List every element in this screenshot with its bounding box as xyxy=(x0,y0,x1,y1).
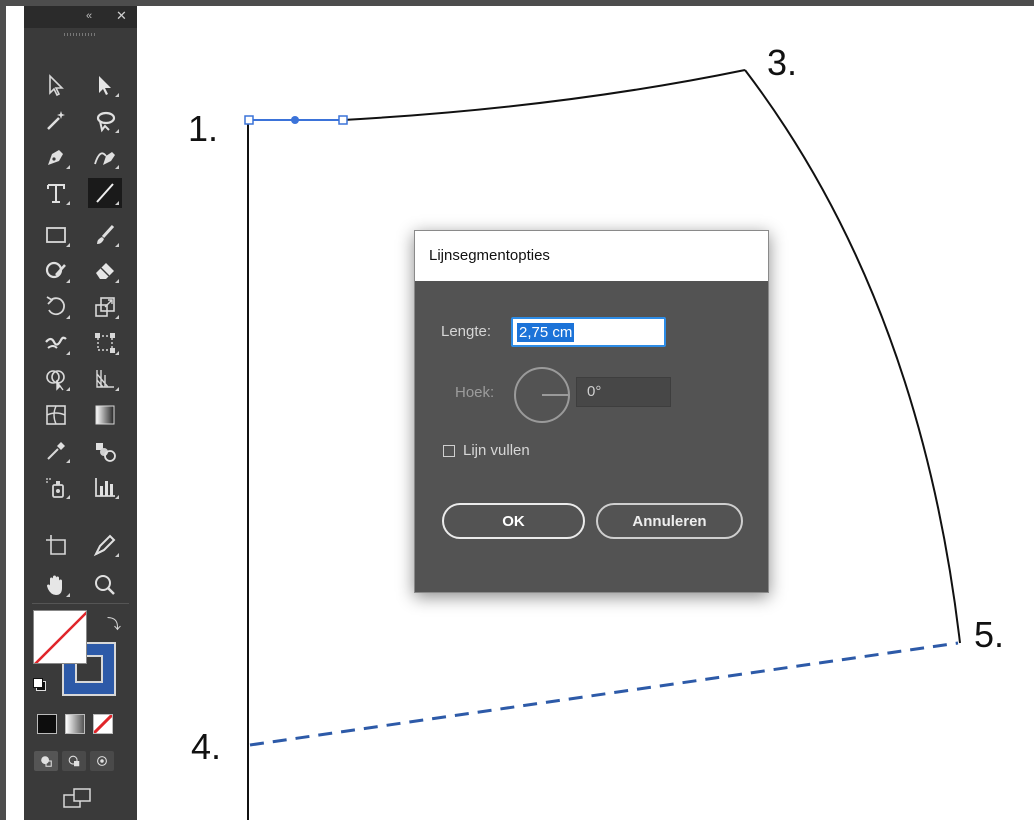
shape-builder-tool-icon[interactable] xyxy=(39,364,73,394)
column-graph-tool-icon[interactable] xyxy=(88,472,122,502)
mesh-tool-icon[interactable] xyxy=(39,400,73,430)
anchor-point-end[interactable] xyxy=(338,115,348,125)
line-segment-options-dialog: Lijnsegmentopties Lengte: 2,75 cm Hoek: … xyxy=(414,230,769,593)
swap-fill-stroke-icon[interactable]: ⤵ xyxy=(107,614,121,634)
angle-input[interactable]: 0° xyxy=(576,377,671,407)
panel-grip[interactable] xyxy=(64,33,96,36)
pen-tool-icon[interactable] xyxy=(39,142,73,172)
slice-tool-icon[interactable] xyxy=(88,530,122,560)
gradient-mode-button[interactable] xyxy=(65,714,85,734)
dialog-title: Lijnsegmentopties xyxy=(415,231,768,281)
direct-selection-tool-icon[interactable] xyxy=(88,70,122,100)
length-label: Lengte: xyxy=(441,323,492,340)
curvature-tool-icon[interactable] xyxy=(88,142,122,172)
tools-panel: « ✕ ⤵ xyxy=(24,6,137,820)
path-top-curve xyxy=(342,69,746,121)
paintbrush-tool-icon[interactable] xyxy=(88,220,122,250)
hand-tool-icon[interactable] xyxy=(39,570,73,600)
close-panel-icon[interactable]: ✕ xyxy=(116,8,127,24)
label-point-3: 3. xyxy=(767,42,798,83)
angle-dial[interactable] xyxy=(510,363,574,427)
toolbar-separator xyxy=(32,603,129,604)
length-input[interactable]: 2,75 cm xyxy=(511,317,666,347)
rectangle-tool-icon[interactable] xyxy=(39,220,73,250)
angle-label: Hoek: xyxy=(455,384,495,401)
rotate-tool-icon[interactable] xyxy=(39,292,73,322)
path-right-curve xyxy=(744,69,961,644)
zoom-tool-icon[interactable] xyxy=(88,570,122,600)
color-mode-button[interactable] xyxy=(37,714,57,734)
default-colors-icon[interactable] xyxy=(33,678,46,691)
lasso-tool-icon[interactable] xyxy=(88,106,122,136)
scale-tool-icon[interactable] xyxy=(88,292,122,322)
perspective-grid-tool-icon[interactable] xyxy=(88,364,122,394)
warp-tool-icon[interactable] xyxy=(39,328,73,358)
artboard-tool-icon[interactable] xyxy=(39,530,73,560)
length-input-value: 2,75 cm xyxy=(517,323,575,342)
screen-mode-icon[interactable] xyxy=(62,786,94,810)
anchor-point-start[interactable] xyxy=(244,115,254,125)
label-point-5: 5. xyxy=(974,614,1005,655)
fill-line-checkbox[interactable] xyxy=(443,445,455,457)
blend-tool-icon[interactable] xyxy=(88,436,122,466)
cancel-button[interactable]: Annuleren xyxy=(596,503,743,539)
collapse-panel-icon[interactable]: « xyxy=(86,10,92,22)
draw-normal-icon[interactable] xyxy=(34,751,58,771)
dashed-guide-line xyxy=(249,641,959,747)
fill-line-label: Lijn vullen xyxy=(463,442,530,459)
ok-button[interactable]: OK xyxy=(442,503,585,539)
shaper-tool-icon[interactable] xyxy=(39,256,73,286)
magic-wand-tool-icon[interactable] xyxy=(39,106,73,136)
eyedropper-tool-icon[interactable] xyxy=(39,436,73,466)
type-tool-icon[interactable] xyxy=(39,178,73,208)
free-transform-tool-icon[interactable] xyxy=(88,328,122,358)
selection-tool-icon[interactable] xyxy=(39,70,73,100)
tools-panel-header: « ✕ xyxy=(24,6,137,28)
label-point-1: 1. xyxy=(188,108,219,149)
gradient-tool-icon[interactable] xyxy=(88,400,122,430)
none-mode-button[interactable] xyxy=(93,714,113,734)
fill-swatch[interactable] xyxy=(33,610,87,664)
draw-inside-icon[interactable] xyxy=(90,751,114,771)
draw-behind-icon[interactable] xyxy=(62,751,86,771)
line-segment-tool-icon[interactable] xyxy=(88,178,122,208)
segment-center-point xyxy=(291,116,299,124)
label-point-4: 4. xyxy=(191,726,222,767)
symbol-sprayer-tool-icon[interactable] xyxy=(39,472,73,502)
eraser-tool-icon[interactable] xyxy=(88,256,122,286)
